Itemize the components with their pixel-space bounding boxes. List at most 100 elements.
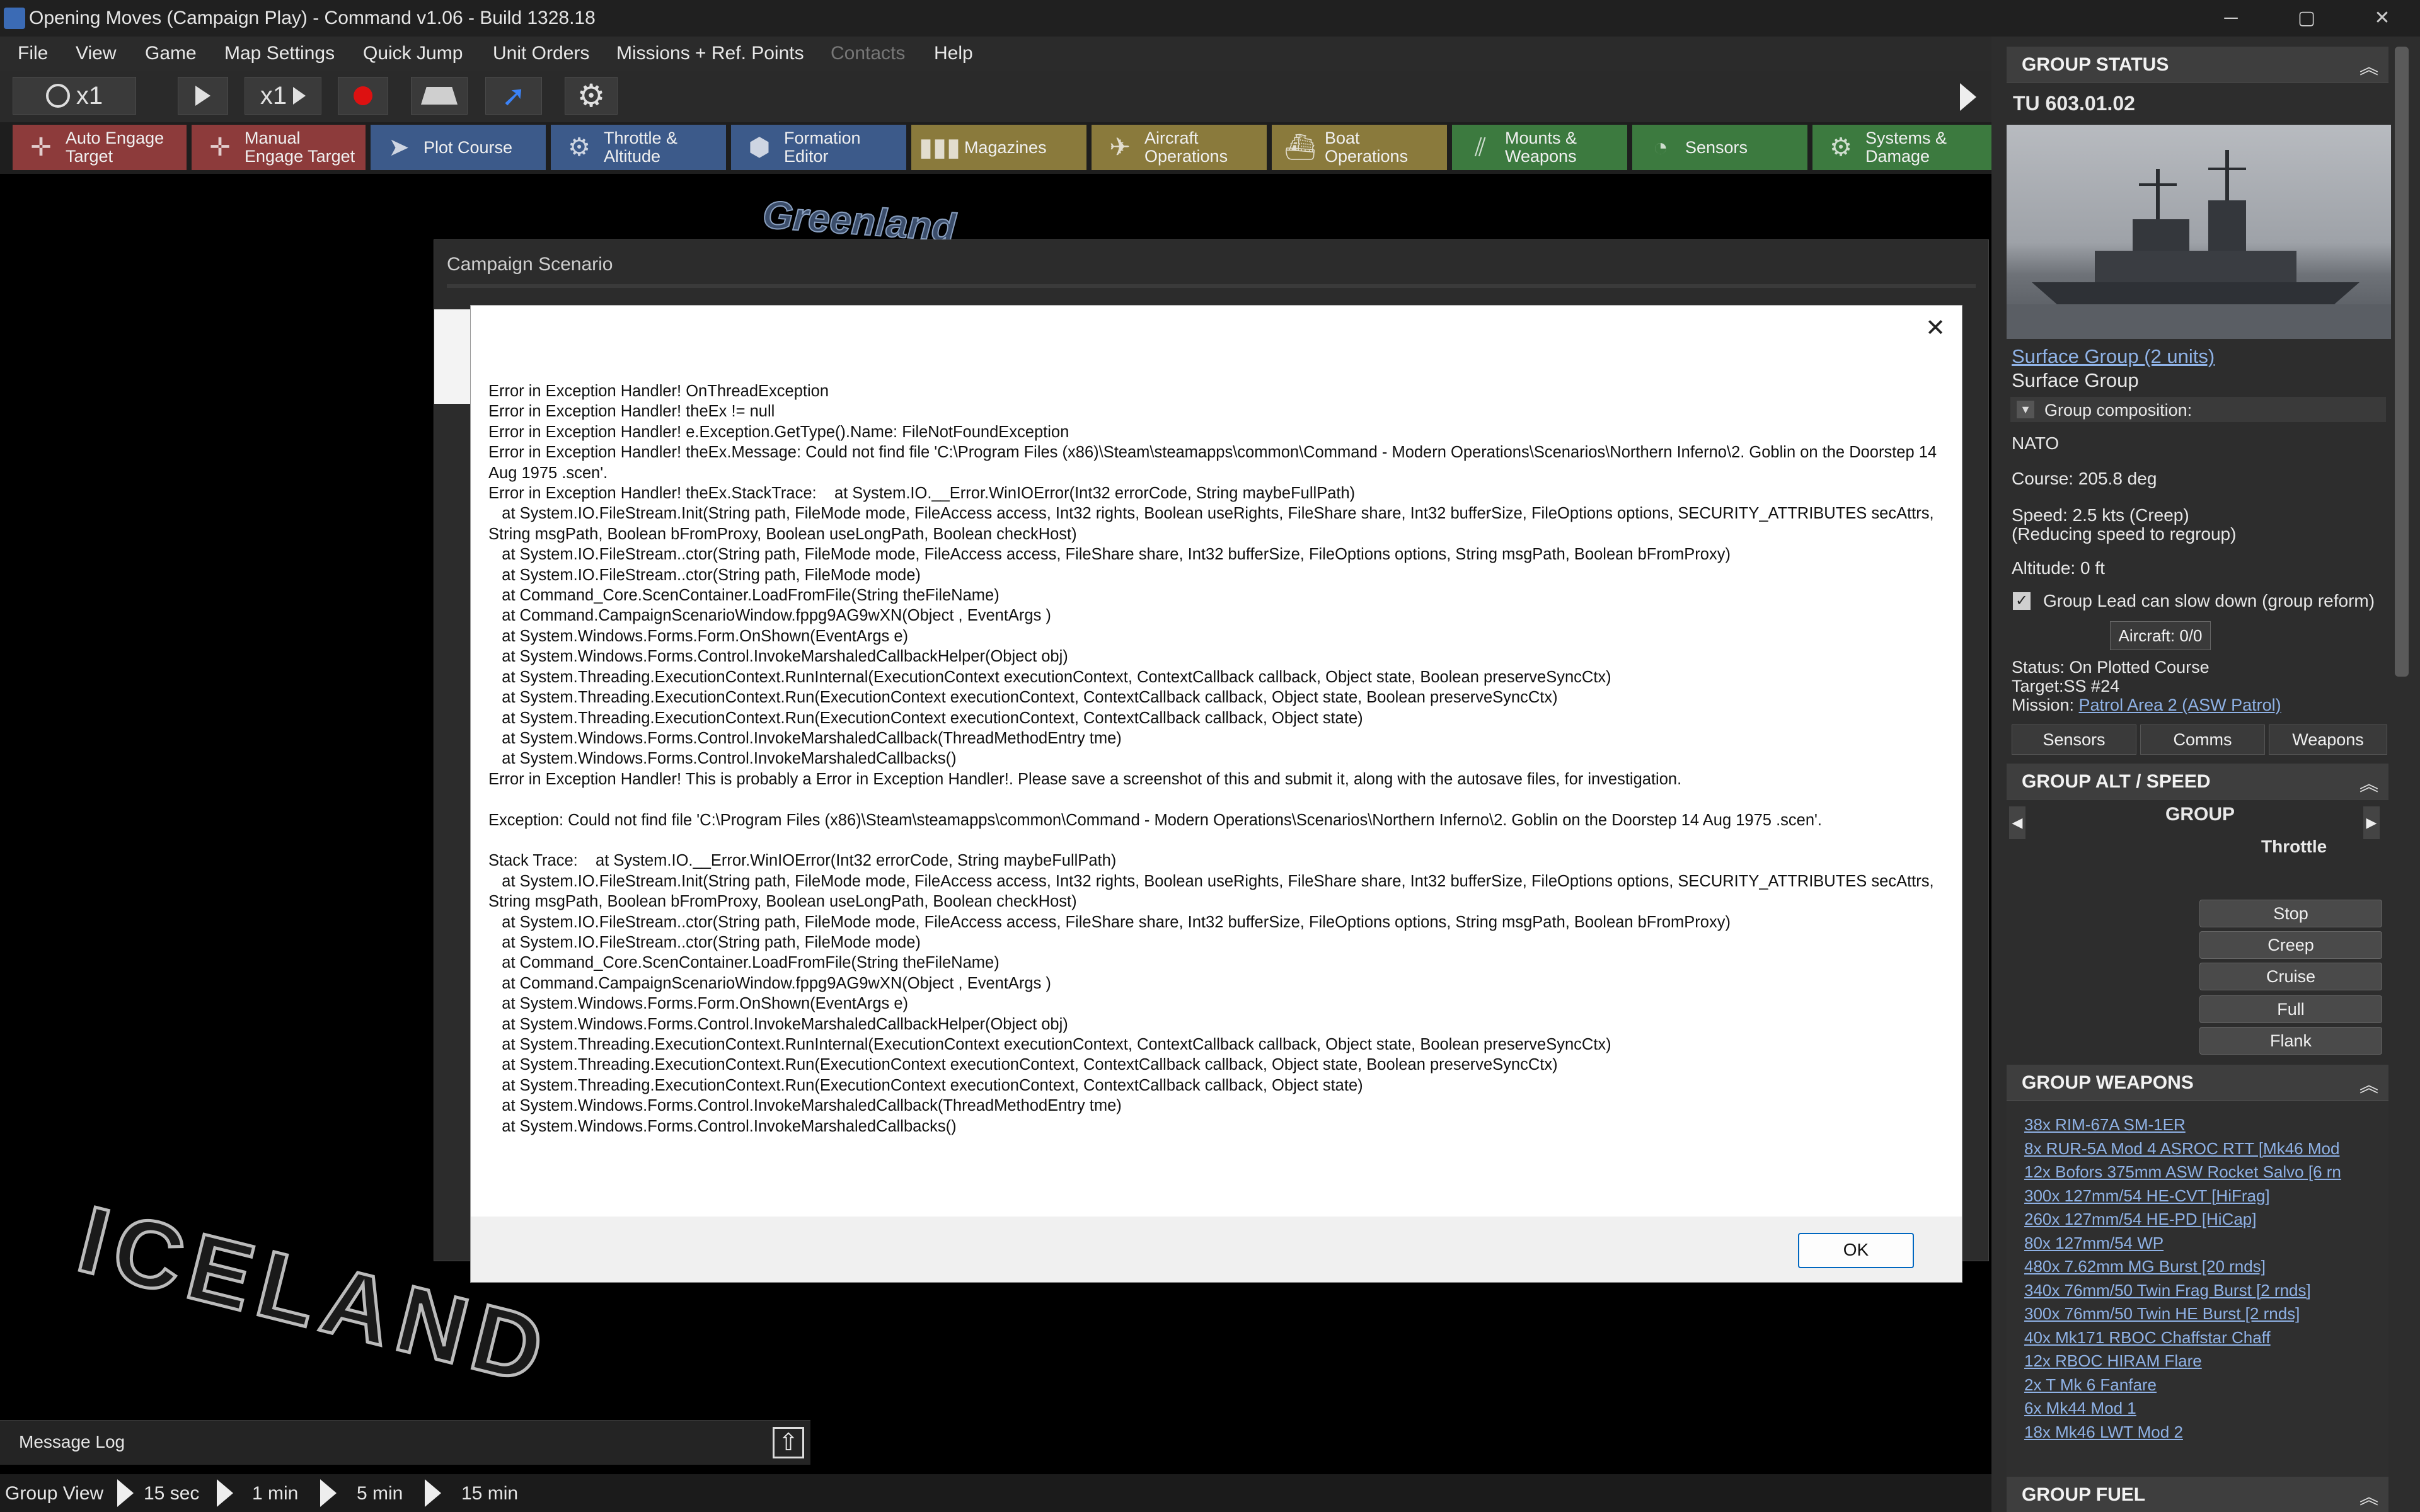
weapon-item[interactable]: 18x Mk46 LWT Mod 2 xyxy=(2024,1423,2183,1442)
weapon-item[interactable]: 300x 127mm/54 HE-CVT [HiFrag] xyxy=(2024,1186,2270,1206)
settings-button[interactable]: ⚙ xyxy=(565,77,618,115)
record-button[interactable] xyxy=(338,77,388,115)
next-unit-button[interactable]: ▶ xyxy=(2363,806,2380,839)
weapon-item[interactable]: 12x Bofors 375mm ASW Rocket Salvo [6 rn xyxy=(2024,1162,2341,1182)
menu-quick-jump[interactable]: Quick Jump xyxy=(363,43,463,64)
weapon-item[interactable]: 38x RIM-67A SM-1ER xyxy=(2024,1115,2186,1135)
menu-unit-orders[interactable]: Unit Orders xyxy=(493,43,589,64)
time-step-1min[interactable]: 1 min xyxy=(252,1483,298,1504)
app-icon xyxy=(4,8,25,29)
aircraft-count[interactable]: Aircraft: 0/0 xyxy=(2110,621,2211,650)
manual-engage-button[interactable]: ✛ Manual Engage Target xyxy=(192,125,366,170)
formation-editor-button[interactable]: ⬢ Formation Editor xyxy=(731,125,906,170)
dialog-title-bar xyxy=(471,306,1962,343)
prev-unit-button[interactable]: ◀ xyxy=(2009,806,2025,839)
speed-creep-button[interactable]: Creep xyxy=(2199,931,2382,959)
weapon-item[interactable]: 260x 127mm/54 HE-PD [HiCap] xyxy=(2024,1210,2256,1229)
weapon-item[interactable]: 300x 76mm/50 Twin HE Burst [2 rnds] xyxy=(2024,1304,2300,1324)
group-status-title: GROUP STATUS xyxy=(2022,54,2169,75)
mounts-weapons-button[interactable]: ⫽ Mounts & Weapons xyxy=(1452,125,1627,170)
throttle-altitude-button[interactable]: ⚙ Throttle & Altitude xyxy=(551,125,726,170)
speed-stop-button[interactable]: Stop xyxy=(2199,900,2382,927)
time-compression-button[interactable]: x1 xyxy=(13,77,136,115)
mission-label: Mission: xyxy=(2012,696,2079,714)
gear-icon: ⚙ xyxy=(577,78,606,113)
weapon-item[interactable]: 8x RUR-5A Mod 4 ASROC RTT [Mk46 Mod xyxy=(2024,1139,2339,1159)
weapons-tab-button[interactable]: Weapons xyxy=(2269,724,2387,755)
menu-help[interactable]: Help xyxy=(934,43,973,64)
weapon-item[interactable]: 6x Mk44 Mod 1 xyxy=(2024,1399,2136,1418)
bottom-bar: Group View 15 sec 1 min 5 min 15 min xyxy=(0,1474,1991,1512)
auto-engage-label-2: Target xyxy=(66,147,113,166)
throttle-label-1: Throttle & xyxy=(604,129,678,147)
dialog-close-button[interactable]: ✕ xyxy=(1922,314,1949,342)
side-label: NATO xyxy=(2012,433,2060,453)
weapon-item[interactable]: 480x 7.62mm MG Burst [20 rnds] xyxy=(2024,1257,2266,1276)
crosshair-icon: ✛ xyxy=(209,133,231,161)
campaign-window-content xyxy=(434,309,472,404)
comms-tab-button[interactable]: Comms xyxy=(2140,724,2265,755)
speed-cruise-button[interactable]: Cruise xyxy=(2199,963,2382,990)
gear-icon: ⚙ xyxy=(1829,133,1852,161)
plot-course-button[interactable]: ➤ Plot Course xyxy=(371,125,546,170)
message-log-bar: Message Log ⇧ xyxy=(0,1420,810,1465)
formation-label-1: Formation xyxy=(784,129,861,147)
speed-flank-button[interactable]: Flank xyxy=(2199,1027,2382,1055)
menu-file[interactable]: File xyxy=(18,43,48,64)
play-button[interactable] xyxy=(178,77,228,115)
group-alt-speed-header[interactable]: GROUP ALT / SPEED ︽ xyxy=(2007,764,2388,799)
magazines-button[interactable]: ▮▮▮ Magazines xyxy=(911,125,1086,170)
time-step-5min[interactable]: 5 min xyxy=(357,1483,403,1504)
speed-full-button[interactable]: Full xyxy=(2199,995,2382,1023)
campaign-window-title: Campaign Scenario xyxy=(447,254,613,275)
expand-log-button[interactable]: ⇧ xyxy=(773,1427,804,1458)
weapon-item[interactable]: 80x 127mm/54 WP xyxy=(2024,1234,2164,1253)
group-fuel-header[interactable]: GROUP FUEL ︽ xyxy=(2007,1477,2388,1512)
throttle-label-2: Altitude xyxy=(604,147,661,166)
manual-engage-label-1: Manual xyxy=(245,129,301,147)
auto-engage-label-1: Auto Engage xyxy=(66,129,164,147)
systems-damage-button[interactable]: ⚙ Systems & Damage xyxy=(1812,125,1991,170)
close-window-button[interactable]: ✕ xyxy=(2357,5,2407,32)
weapon-item[interactable]: 340x 76mm/50 Twin Frag Burst [2 rnds] xyxy=(2024,1281,2311,1300)
group-link[interactable]: Surface Group (2 units) xyxy=(2012,345,2215,367)
group-composition-toggle[interactable]: ▼ Group composition: xyxy=(2010,397,2386,422)
weapon-item[interactable]: 12x RBOC HIRAM Flare xyxy=(2024,1351,2202,1371)
chevron-down-icon: ▼ xyxy=(2017,401,2034,418)
menu-game[interactable]: Game xyxy=(145,43,197,64)
menu-contacts: Contacts xyxy=(831,43,906,64)
sensors-button[interactable]: ◔ Sensors xyxy=(1632,125,1807,170)
auto-engage-button[interactable]: ✛ Auto Engage Target xyxy=(13,125,187,170)
aircraft-operations-button[interactable]: ✈ Aircraft Operations xyxy=(1092,125,1267,170)
arrow-cursor-icon: ➚ xyxy=(501,79,526,112)
step-button[interactable]: x1 xyxy=(245,77,321,115)
cursor-mode-button[interactable]: ➚ xyxy=(485,77,542,115)
time-control-bar: x1 x1 ➚ ⚙ xyxy=(0,71,1991,122)
magazines-label: Magazines xyxy=(964,137,1047,157)
collapse-panel-arrow[interactable] xyxy=(1960,79,1985,115)
menu-map-settings[interactable]: Map Settings xyxy=(224,43,335,64)
panel-scrollbar[interactable] xyxy=(2395,47,2409,677)
maximize-button[interactable]: ▢ xyxy=(2281,5,2332,32)
map-layer-button[interactable] xyxy=(411,77,468,115)
chevron-right-icon xyxy=(1960,83,1985,111)
ok-button[interactable]: OK xyxy=(1798,1233,1914,1268)
weapon-item[interactable]: 40x Mk171 RBOC Chaffstar Chaff xyxy=(2024,1328,2271,1348)
formation-label-2: Editor xyxy=(784,147,829,166)
minimize-button[interactable]: ─ xyxy=(2206,5,2256,32)
boat-operations-button[interactable]: ⛴ Boat Operations xyxy=(1272,125,1447,170)
group-status-header[interactable]: GROUP STATUS ︽ xyxy=(2007,47,2388,83)
sensors-tab-button[interactable]: Sensors xyxy=(2012,724,2136,755)
weapon-item[interactable]: 2x T Mk 6 Fanfare xyxy=(2024,1375,2157,1395)
triangle-right-icon xyxy=(425,1479,441,1507)
collapse-chevron-icon: ︽ xyxy=(2360,1075,2378,1096)
menu-view[interactable]: View xyxy=(76,43,116,64)
radar-icon: ◔ xyxy=(1652,133,1669,161)
time-step-15sec[interactable]: 15 sec xyxy=(144,1483,199,1504)
menu-missions[interactable]: Missions + Ref. Points xyxy=(616,43,804,64)
group-lead-checkbox[interactable]: ✓ xyxy=(2013,592,2031,610)
mounts-label-1: Mounts & xyxy=(1505,129,1577,147)
group-weapons-header[interactable]: GROUP WEAPONS ︽ xyxy=(2007,1065,2388,1101)
mission-link[interactable]: Patrol Area 2 (ASW Patrol) xyxy=(2079,696,2281,714)
time-step-15min[interactable]: 15 min xyxy=(461,1483,518,1504)
